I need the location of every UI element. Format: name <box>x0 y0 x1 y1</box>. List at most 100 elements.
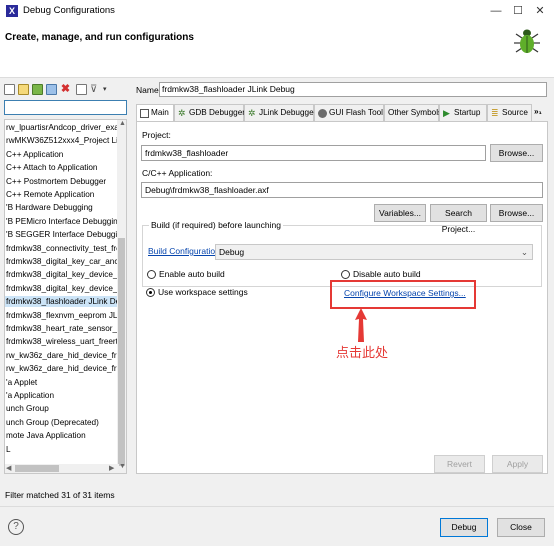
project-field[interactable]: frdmkw38_flashloader <box>141 145 486 161</box>
filter-input[interactable] <box>4 100 127 115</box>
scroll-right-icon[interactable]: ▶ <box>109 464 114 472</box>
tree-item[interactable]: L <box>5 444 118 455</box>
tree-item[interactable]: rw_kw36z_dare_hid_device_freertos <box>5 350 118 361</box>
tree-item[interactable]: frdmkw38_wireless_uart_freertos JLi <box>5 336 118 347</box>
tree-item[interactable]: C++ Attach to Application <box>5 162 118 173</box>
dialog-header: Create, manage, and run configurations <box>0 22 554 78</box>
build-configuration-link[interactable]: Build Configuration: <box>148 246 222 256</box>
startup-play-icon: ▶ <box>443 108 450 118</box>
tab-startup-label: Startup <box>454 108 481 117</box>
tree-scroll-thumb[interactable] <box>118 238 125 466</box>
gdb-bug-icon: ✲ <box>178 108 186 118</box>
filter-icon[interactable]: ⊽ <box>90 84 101 95</box>
tree-item[interactable]: rw_kw36z_dare_hid_device_freertos <box>5 363 118 374</box>
tab-bar: Main ✲ GDB Debugger ✲ JLink Debugger GUI… <box>136 104 548 122</box>
tab-other-symbols[interactable]: Other Symbols <box>384 104 442 121</box>
filter-status: Filter matched 31 of 31 items <box>5 490 115 500</box>
minimize-button[interactable]: — <box>487 3 505 19</box>
variables-button[interactable]: Variables... <box>374 204 426 222</box>
source-icon: ≣ <box>491 108 499 118</box>
application-browse-button[interactable]: Browse... <box>490 204 543 222</box>
jlink-bug-icon: ✲ <box>248 108 256 118</box>
new-config-icon[interactable] <box>4 84 15 95</box>
tab-gdb-debugger[interactable]: ✲ GDB Debugger <box>174 104 245 121</box>
tab-source-label: Source <box>502 108 528 117</box>
tree-hscroll-thumb[interactable] <box>15 465 59 472</box>
tree-vertical-scrollbar[interactable]: ▲ ▼ <box>117 120 126 473</box>
scroll-left-icon[interactable]: ◀ <box>6 464 11 472</box>
duplicate-icon[interactable] <box>46 84 57 95</box>
tree-item[interactable]: 'B PEMicro Interface Debugging <box>5 216 118 227</box>
tab-startup[interactable]: ▶ Startup <box>439 104 487 121</box>
tree-item[interactable]: frdmkw38_heart_rate_sensor_freertc <box>5 323 118 334</box>
maximize-button[interactable]: ☐ <box>509 3 527 19</box>
tree-item[interactable]: 'B Hardware Debugging <box>5 202 118 213</box>
build-configuration-select[interactable]: Debug ⌄ <box>215 244 533 260</box>
project-label: Project: <box>142 130 171 140</box>
more-tabs-button[interactable]: »₁ <box>532 104 548 121</box>
tree-item[interactable]: unch Group (Deprecated) <box>5 417 118 428</box>
collapse-all-icon[interactable] <box>76 84 87 95</box>
search-project-button[interactable]: Search Project... <box>430 204 487 234</box>
new-prototype-icon[interactable] <box>18 84 29 95</box>
delete-icon[interactable]: ✖ <box>60 84 71 95</box>
annotation-text: 点击此处 <box>336 345 389 360</box>
scroll-down-icon[interactable]: ▼ <box>119 463 126 470</box>
tree-item[interactable]: frdmkw38_flexnvm_eeprom JLink D <box>5 310 118 321</box>
tree-item[interactable]: rw_lpuartisrAndcop_driver_example <box>5 122 118 133</box>
tab-main[interactable]: Main <box>136 104 174 122</box>
export-icon[interactable] <box>32 84 43 95</box>
scroll-up-icon[interactable]: ▲ <box>119 120 126 127</box>
bug-icon <box>514 29 540 53</box>
application-label: C/C++ Application: <box>142 168 213 178</box>
enable-auto-build-label: Enable auto build <box>159 269 225 279</box>
use-workspace-settings-radio[interactable] <box>146 288 155 297</box>
tab-gui-flash-tool[interactable]: GUI Flash Tool <box>314 104 384 121</box>
tab-main-label: Main <box>151 108 169 117</box>
configuration-tree: Lmote Java Application unch Group (Deprec… <box>4 119 127 474</box>
tree-item[interactable]: rwMKW36Z512xxx4_Project LinkSer <box>5 135 118 146</box>
help-icon[interactable]: ? <box>8 519 24 535</box>
tree-item[interactable]: C++ Postmortem Debugger <box>5 176 118 187</box>
view-menu-icon[interactable]: ▾ <box>103 84 114 95</box>
tab-jlink-debugger[interactable]: ✲ JLink Debugger <box>244 104 317 121</box>
project-browse-button[interactable]: Browse... <box>490 144 543 162</box>
use-workspace-settings-label: Use workspace settings <box>158 287 248 297</box>
disable-auto-build-radio[interactable] <box>341 270 350 279</box>
left-toolbar: ✖ ⊽ ▾ <box>4 82 130 98</box>
tab-gdb-debugger-label: GDB Debugger <box>189 108 245 117</box>
tree-item[interactable]: 'a Applet <box>5 377 118 388</box>
close-window-button[interactable]: ✕ <box>531 3 549 19</box>
apply-button[interactable]: Apply <box>492 455 543 473</box>
main-tab-icon <box>140 109 149 118</box>
tree-item[interactable]: frdmkw38_flashloader JLink Debug <box>5 296 118 308</box>
enable-auto-build-radio[interactable] <box>147 270 156 279</box>
tree-item[interactable]: frdmkw38_connectivity_test_freerto <box>5 243 118 254</box>
tree-item[interactable]: unch Group <box>5 403 118 414</box>
debug-button[interactable]: Debug <box>440 518 488 537</box>
close-button[interactable]: Close <box>497 518 545 537</box>
header-title: Create, manage, and run configurations <box>5 32 194 43</box>
tab-source[interactable]: ≣ Source <box>487 104 532 121</box>
tree-item[interactable]: C++ Application <box>5 149 118 160</box>
highlight-box <box>330 280 476 309</box>
application-field[interactable]: Debug\frdmkw38_flashloader.axf <box>141 182 543 198</box>
dialog-footer: ? Debug Close <box>0 506 554 546</box>
revert-button[interactable]: Revert <box>434 455 485 473</box>
tree-item[interactable]: 'a Application <box>5 390 118 401</box>
title-bar: X Debug Configurations — ☐ ✕ <box>0 0 554 22</box>
tree-item[interactable]: frdmkw38_digital_key_car_anchor_f <box>5 256 118 267</box>
tree-horizontal-scrollbar[interactable]: ◀ ▶ <box>5 464 119 473</box>
tree-item[interactable]: frdmkw38_digital_key_device_freert <box>5 283 118 294</box>
tree-item[interactable]: mote Java Application <box>5 430 118 441</box>
tree-item[interactable]: C++ Remote Application <box>5 189 118 200</box>
chevron-down-icon: ⌄ <box>520 247 528 257</box>
tab-jlink-debugger-label: JLink Debugger <box>259 108 317 117</box>
build-group: Build (if required) before launching Bui… <box>142 220 542 287</box>
tree-item[interactable]: 'B SEGGER Interface Debugging <box>5 229 118 240</box>
configuration-list-panel: ✖ ⊽ ▾ Lmote Java Application unch Group (… <box>0 78 130 506</box>
more-tabs-label: »₁ <box>534 107 542 116</box>
tree-item[interactable]: frdmkw38_digital_key_device_freert <box>5 269 118 280</box>
name-input[interactable]: frdmkw38_flashloader JLink Debug <box>159 82 547 97</box>
flash-tool-icon <box>318 109 327 118</box>
